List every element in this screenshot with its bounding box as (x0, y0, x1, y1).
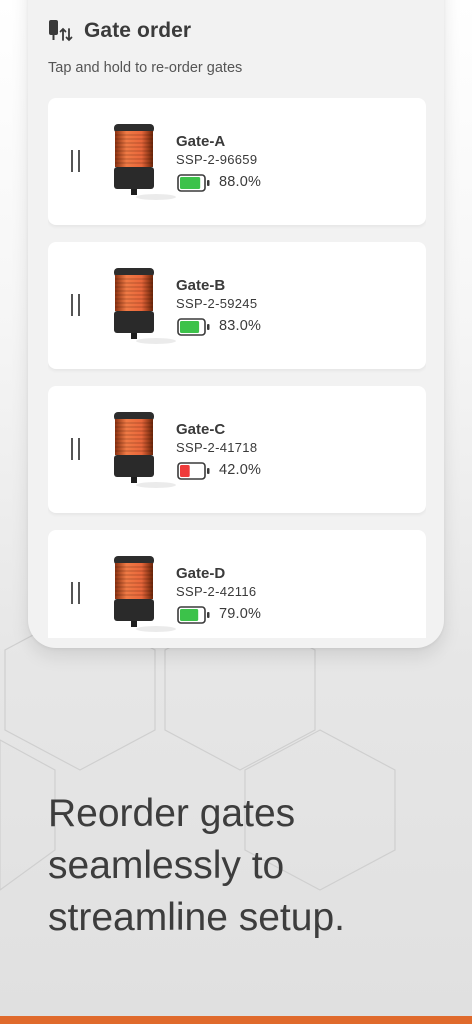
battery-icon (177, 606, 210, 624)
reorder-hint: Tap and hold to re-order gates (48, 60, 243, 76)
gate-serial: SSP-2-96659 (176, 152, 258, 167)
battery-percentage: 83.0% (219, 318, 262, 334)
drag-handle-icon[interactable] (71, 582, 81, 604)
page-title: Gate order (84, 19, 192, 42)
accent-bar (0, 1016, 472, 1024)
battery-icon (177, 174, 210, 192)
gate-name: Gate-A (176, 133, 226, 150)
gate-card-b[interactable]: Gate-B SSP-2-59245 83.0% (48, 242, 426, 369)
battery-percentage: 88.0% (219, 174, 262, 190)
gate-order-header: Gate order (48, 16, 191, 46)
battery-icon (177, 462, 210, 480)
gate-name: Gate-D (176, 565, 226, 582)
gate-name: Gate-B (176, 277, 226, 294)
gate-serial: SSP-2-41718 (176, 440, 258, 455)
gate-name: Gate-C (176, 421, 226, 438)
battery-percentage: 42.0% (219, 462, 262, 478)
gate-serial: SSP-2-42116 (176, 584, 257, 599)
gate-device-image (114, 124, 176, 200)
gate-card-a[interactable]: Gate-A SSP-2-96659 88.0% (48, 98, 426, 225)
drag-handle-icon[interactable] (71, 294, 81, 316)
drag-handle-icon[interactable] (71, 438, 81, 460)
gate-reorder-icon (49, 20, 73, 42)
gate-card-c[interactable]: Gate-C SSP-2-41718 42.0% (48, 386, 426, 513)
battery-icon (177, 318, 210, 336)
gate-device-image (114, 556, 176, 632)
drag-handle-icon[interactable] (71, 150, 81, 172)
gate-card-d[interactable]: Gate-D SSP-2-42116 79.0% (48, 530, 426, 638)
promo-tagline: Reorder gates seamlessly to streamline s… (48, 792, 345, 939)
gate-device-image (114, 412, 176, 488)
gate-serial: SSP-2-59245 (176, 296, 258, 311)
battery-percentage: 79.0% (219, 606, 262, 622)
gate-device-image (114, 268, 176, 344)
gate-list: Gate-A SSP-2-96659 88.0% Gate-B SSP-2-59… (48, 98, 426, 638)
